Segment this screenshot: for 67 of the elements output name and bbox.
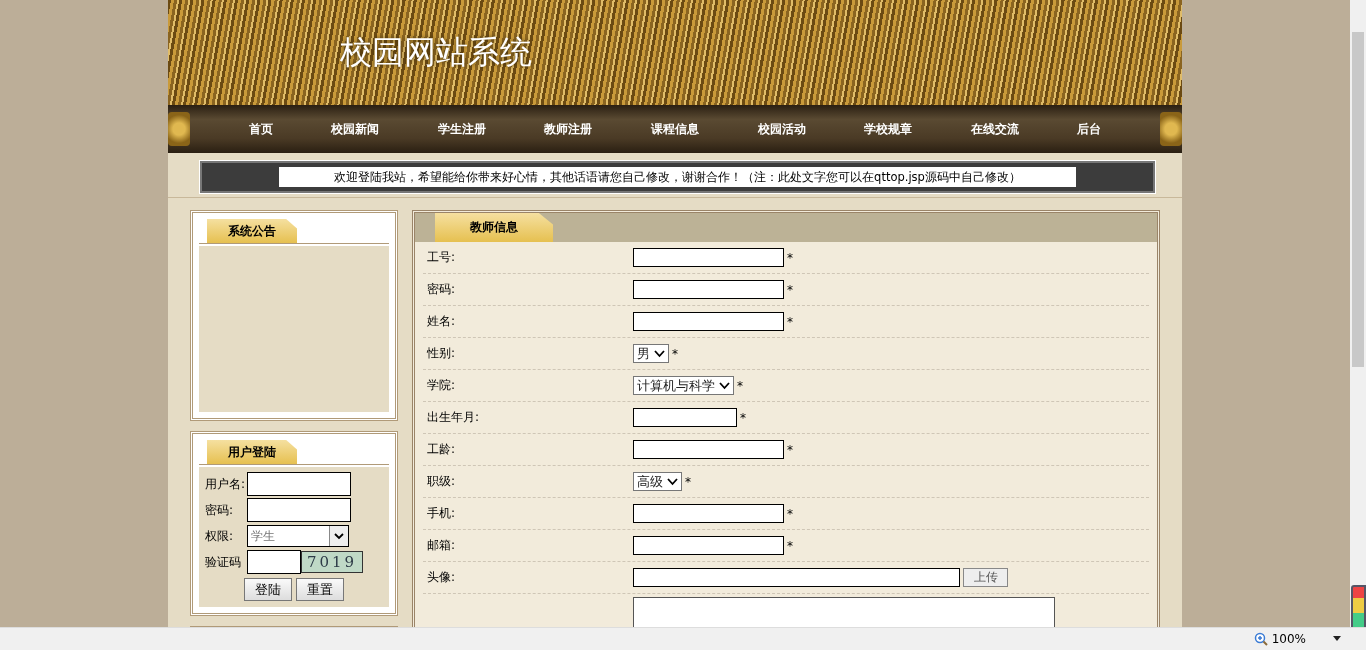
nav-link[interactable]: 学校规章 — [864, 120, 913, 138]
required-mark: * — [787, 442, 793, 457]
text-field[interactable] — [633, 440, 784, 459]
field-label: 邮箱: — [427, 538, 456, 552]
level-meter-icon — [1351, 585, 1366, 628]
nav-link[interactable]: 校园新闻 — [331, 120, 380, 138]
field-label: 用户名: — [205, 475, 247, 493]
date-field[interactable] — [633, 408, 737, 427]
scrollbar[interactable] — [1350, 0, 1366, 628]
nav-link[interactable]: 首页 — [248, 120, 273, 138]
text-field[interactable] — [633, 248, 784, 267]
required-mark: * — [787, 538, 793, 553]
chevron-icon[interactable] — [719, 381, 730, 390]
field-label: 出生年月: — [427, 410, 480, 424]
password-field[interactable] — [247, 498, 351, 522]
field-label: 密码: — [427, 282, 456, 296]
required-mark: * — [737, 378, 743, 393]
required-mark: * — [740, 410, 746, 425]
ornament-icon — [1159, 112, 1182, 146]
nav-link[interactable]: 学生注册 — [437, 120, 486, 138]
text-field[interactable] — [633, 536, 784, 555]
chevron-icon[interactable] — [334, 532, 344, 540]
ornament-icon — [168, 112, 190, 146]
dropdown[interactable]: 计算机与科学 — [633, 376, 734, 395]
field-label: 密码: — [205, 501, 235, 519]
required-mark: * — [672, 346, 678, 361]
dropdown[interactable]: 高级 — [633, 472, 682, 491]
caret-icon[interactable] — [1332, 636, 1342, 642]
role-dropdown[interactable]: 学生 — [247, 525, 349, 547]
zoom-icon[interactable] — [1253, 632, 1268, 646]
text-field[interactable] — [633, 280, 784, 299]
chevron-icon[interactable] — [654, 349, 665, 358]
marquee-text: 欢迎登陆我站，希望能给你带来好心情，其他话语请您自己修改，谢谢合作！（注：此处文字您可以在qttop.jsp源码中自己修改） — [279, 167, 1076, 187]
field-label: 学院: — [427, 378, 456, 392]
captcha-field[interactable] — [247, 550, 301, 574]
field-label: 职级: — [427, 474, 456, 488]
captcha-image: 7019 — [301, 551, 363, 573]
nav-link[interactable]: 校园活动 — [757, 120, 806, 138]
chevron-icon[interactable] — [667, 477, 678, 486]
nav-link[interactable]: 教师注册 — [544, 120, 593, 138]
nav-link[interactable]: 后台 — [1077, 120, 1102, 138]
form-button[interactable]: 重置 — [296, 578, 344, 601]
text-field[interactable] — [633, 504, 784, 523]
file-path-field[interactable] — [633, 568, 960, 587]
form-button[interactable]: 登陆 — [244, 578, 292, 601]
text-field[interactable] — [633, 312, 784, 331]
required-mark: * — [787, 314, 793, 329]
required-mark: * — [685, 474, 691, 489]
upload-button[interactable]: 上传 — [963, 568, 1008, 587]
username-field[interactable] — [247, 472, 351, 496]
nav-link[interactable]: 在线交流 — [970, 120, 1019, 138]
nav-link[interactable]: 课程信息 — [650, 120, 699, 138]
zoom-level[interactable]: 100% — [1271, 632, 1306, 646]
text-area[interactable] — [633, 597, 1055, 628]
field-label: 权限: — [205, 527, 235, 545]
field-label: 姓名: — [427, 314, 456, 328]
site-title: 校园网站系统 — [340, 31, 532, 73]
field-label: 头像: — [427, 570, 456, 584]
required-mark: * — [787, 250, 793, 265]
dropdown[interactable]: 男 — [633, 344, 669, 363]
field-label: 工号: — [427, 250, 456, 264]
field-label: 验证码 — [205, 553, 242, 571]
required-mark: * — [787, 282, 793, 297]
field-label: 性别: — [427, 346, 456, 360]
field-label: 工龄: — [427, 442, 456, 456]
field-label: 手机: — [427, 506, 456, 520]
required-mark: * — [787, 506, 793, 521]
